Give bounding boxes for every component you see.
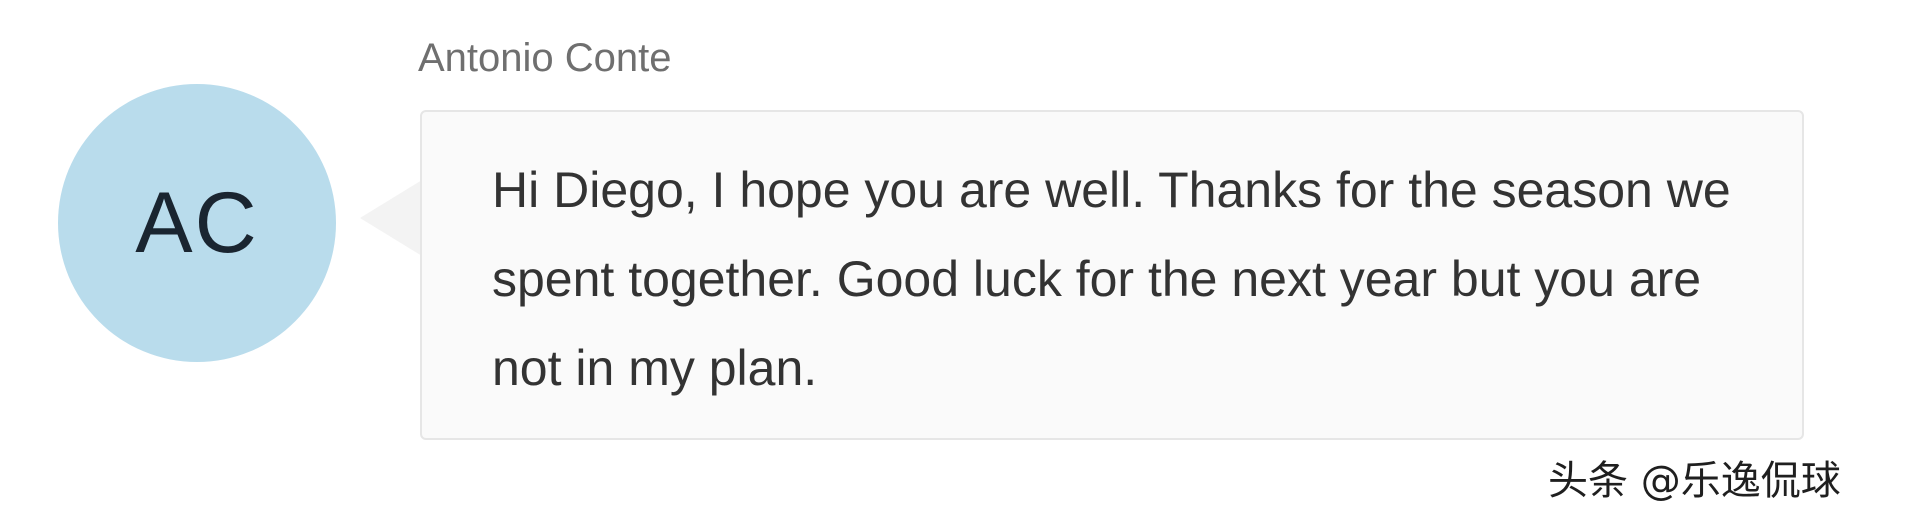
- message-text: Hi Diego, I hope you are well. Thanks fo…: [492, 162, 1731, 396]
- sender-name: Antonio Conte: [418, 36, 672, 80]
- watermark: 头条 @乐逸侃球: [1548, 458, 1841, 504]
- chat-message-screen: AC Antonio Conte Hi Diego, I hope you ar…: [0, 0, 1917, 518]
- message-bubble[interactable]: Hi Diego, I hope you are well. Thanks fo…: [420, 110, 1804, 440]
- bubble-pointer: [360, 180, 422, 256]
- avatar[interactable]: AC: [58, 84, 336, 362]
- avatar-initials: AC: [135, 174, 259, 271]
